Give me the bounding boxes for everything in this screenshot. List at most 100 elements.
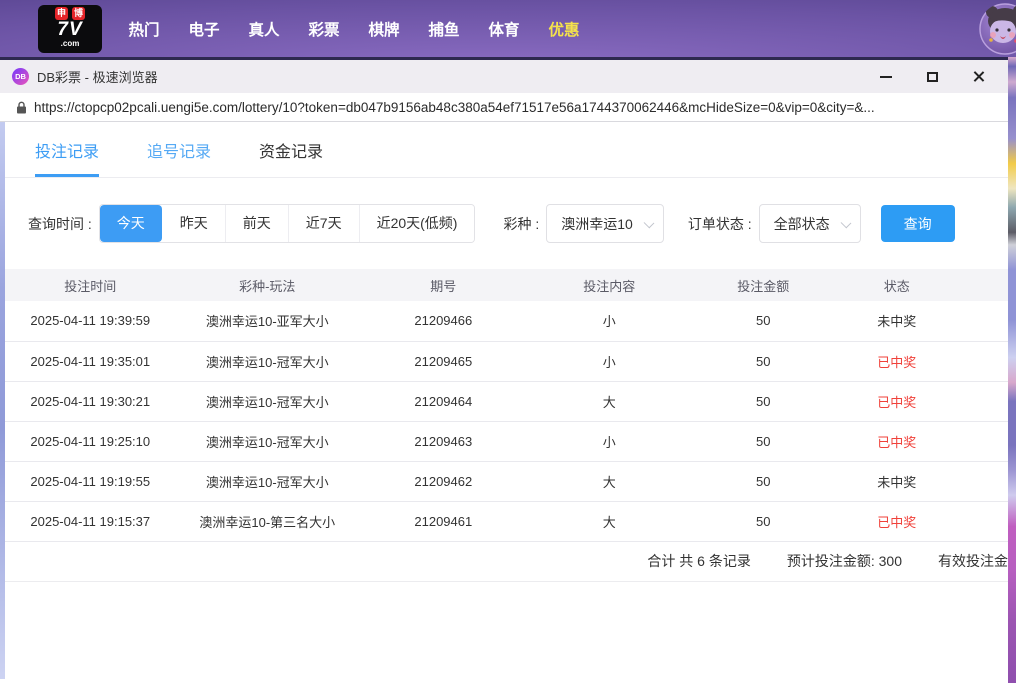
nav-item-hot[interactable]: 热门 [114, 18, 174, 40]
header-status: 状态 [835, 269, 1008, 301]
table-header-row: 投注时间 彩种-玩法 期号 投注内容 投注金额 状态 [5, 269, 1008, 301]
summary-expected-amount: 预计投注金额: 300 [787, 551, 902, 571]
cell-amount: 50 [691, 501, 835, 541]
cell-status: 已中奖 [835, 501, 1008, 541]
cell-content: 小 [528, 421, 691, 461]
cell-amount: 50 [691, 421, 835, 461]
summary-valid-amount: 有效投注金 [938, 551, 1008, 571]
cell-issue: 21209464 [359, 381, 528, 421]
url-text[interactable]: https://ctopcp02pcali.uengi5e.com/lotter… [34, 100, 875, 115]
db-favicon-icon: DB [12, 68, 29, 85]
filter-bar: 查询时间 : 今天 昨天 前天 近7天 近20天(低频) 彩种 : 澳洲幸运10… [28, 204, 1008, 243]
tab-fund-records[interactable]: 资金记录 [259, 138, 323, 177]
cell-time: 2025-04-11 19:25:10 [5, 421, 176, 461]
nav-item-lottery[interactable]: 彩票 [294, 18, 354, 40]
cell-game: 澳洲幸运10-冠军大小 [176, 341, 360, 381]
cell-status: 已中奖 [835, 421, 1008, 461]
time-option-today[interactable]: 今天 [100, 205, 162, 242]
summary-total-records: 合计 共 6 条记录 [647, 551, 750, 571]
browser-titlebar: DB DB彩票 - 极速浏览器 [0, 57, 1008, 93]
cell-issue: 21209465 [359, 341, 528, 381]
cell-game: 澳洲幸运10-亚军大小 [176, 301, 360, 341]
time-filter-label: 查询时间 : [28, 214, 92, 234]
record-tabs: 投注记录 追号记录 资金记录 [5, 122, 1008, 177]
records-card: 投注记录 追号记录 资金记录 查询时间 : 今天 昨天 前天 近7天 近20天(… [5, 122, 1008, 679]
search-button[interactable]: 查询 [881, 205, 955, 242]
status-filter-label: 订单状态 : [688, 214, 752, 234]
table-row: 2025-04-11 19:35:01 澳洲幸运10-冠军大小 21209465… [5, 341, 1008, 381]
close-icon [972, 70, 985, 83]
cell-time: 2025-04-11 19:35:01 [5, 341, 176, 381]
chevron-down-icon [643, 218, 654, 229]
time-option-20days[interactable]: 近20天(低频) [359, 205, 475, 242]
address-bar[interactable]: https://ctopcp02pcali.uengi5e.com/lotter… [0, 93, 1008, 122]
tab-chase-records[interactable]: 追号记录 [147, 138, 211, 177]
logo-suffix: .com [61, 40, 80, 48]
nav-item-live[interactable]: 真人 [234, 18, 294, 40]
cell-game: 澳洲幸运10-冠军大小 [176, 421, 360, 461]
avatar-illustration [979, 3, 1016, 55]
table-row: 2025-04-11 19:30:21 澳洲幸运10-冠军大小 21209464… [5, 381, 1008, 421]
nav-item-fishing[interactable]: 捕鱼 [414, 18, 474, 40]
site-top-bar: 申 博 7V .com 热门 电子 真人 彩票 棋牌 捕鱼 体育 优惠 [0, 0, 1016, 57]
cell-time: 2025-04-11 19:39:59 [5, 301, 176, 341]
nav-item-sports[interactable]: 体育 [474, 18, 534, 40]
cell-issue: 21209466 [359, 301, 528, 341]
time-filter-group: 今天 昨天 前天 近7天 近20天(低频) [99, 204, 476, 243]
background-page-sliver [1008, 57, 1016, 683]
lottery-select[interactable]: 澳洲幸运10 [546, 204, 664, 243]
browser-window: DB DB彩票 - 极速浏览器 https://ctopcp02pcali.ue… [0, 57, 1008, 683]
nav-item-cards[interactable]: 棋牌 [354, 18, 414, 40]
time-option-day-before[interactable]: 前天 [225, 205, 288, 242]
cell-game: 澳洲幸运10-冠军大小 [176, 461, 360, 501]
cell-status: 未中奖 [835, 461, 1008, 501]
nav-item-slots[interactable]: 电子 [174, 18, 234, 40]
cell-time: 2025-04-11 19:19:55 [5, 461, 176, 501]
cell-amount: 50 [691, 461, 835, 501]
cell-content: 小 [528, 341, 691, 381]
cell-content: 大 [528, 461, 691, 501]
header-issue: 期号 [359, 269, 528, 301]
window-controls [878, 69, 1008, 85]
cell-amount: 50 [691, 381, 835, 421]
logo-text: 7V [57, 20, 82, 40]
cell-time: 2025-04-11 19:15:37 [5, 501, 176, 541]
cell-time: 2025-04-11 19:30:21 [5, 381, 176, 421]
chevron-down-icon [840, 218, 851, 229]
user-avatar[interactable] [979, 3, 1016, 55]
time-option-7days[interactable]: 近7天 [288, 205, 359, 242]
status-select-value: 全部状态 [774, 214, 830, 234]
site-logo[interactable]: 申 博 7V .com [38, 5, 102, 53]
order-status-select[interactable]: 全部状态 [759, 204, 861, 243]
header-content: 投注内容 [528, 269, 691, 301]
cell-amount: 50 [691, 341, 835, 381]
minimize-icon [880, 76, 892, 78]
close-button[interactable] [970, 69, 986, 85]
maximize-icon [927, 72, 938, 82]
cell-game: 澳洲幸运10-冠军大小 [176, 381, 360, 421]
main-nav: 热门 电子 真人 彩票 棋牌 捕鱼 体育 优惠 [114, 18, 594, 40]
cell-amount: 50 [691, 301, 835, 341]
window-title: DB彩票 - 极速浏览器 [37, 67, 158, 86]
cell-issue: 21209462 [359, 461, 528, 501]
cell-issue: 21209461 [359, 501, 528, 541]
header-game-play: 彩种-玩法 [176, 269, 360, 301]
table-row: 2025-04-11 19:39:59 澳洲幸运10-亚军大小 21209466… [5, 301, 1008, 341]
nav-item-promo[interactable]: 优惠 [534, 18, 594, 40]
cell-game: 澳洲幸运10-第三名大小 [176, 501, 360, 541]
lottery-filter-label: 彩种 : [503, 214, 539, 234]
cell-content: 小 [528, 301, 691, 341]
time-option-yesterday[interactable]: 昨天 [162, 205, 225, 242]
tab-bet-records[interactable]: 投注记录 [35, 138, 99, 177]
maximize-button[interactable] [924, 69, 940, 85]
page-content: 投注记录 追号记录 资金记录 查询时间 : 今天 昨天 前天 近7天 近20天(… [0, 122, 1008, 679]
background-left-sliver [0, 122, 5, 679]
minimize-button[interactable] [878, 69, 894, 85]
cell-status: 未中奖 [835, 301, 1008, 341]
logo-badge-1: 申 [55, 7, 68, 20]
logo-badges: 申 博 [55, 7, 85, 20]
logo-badge-2: 博 [72, 7, 85, 20]
bet-records-table: 投注时间 彩种-玩法 期号 投注内容 投注金额 状态 2025-04-11 19… [5, 269, 1008, 542]
cell-status: 已中奖 [835, 341, 1008, 381]
cell-content: 大 [528, 381, 691, 421]
